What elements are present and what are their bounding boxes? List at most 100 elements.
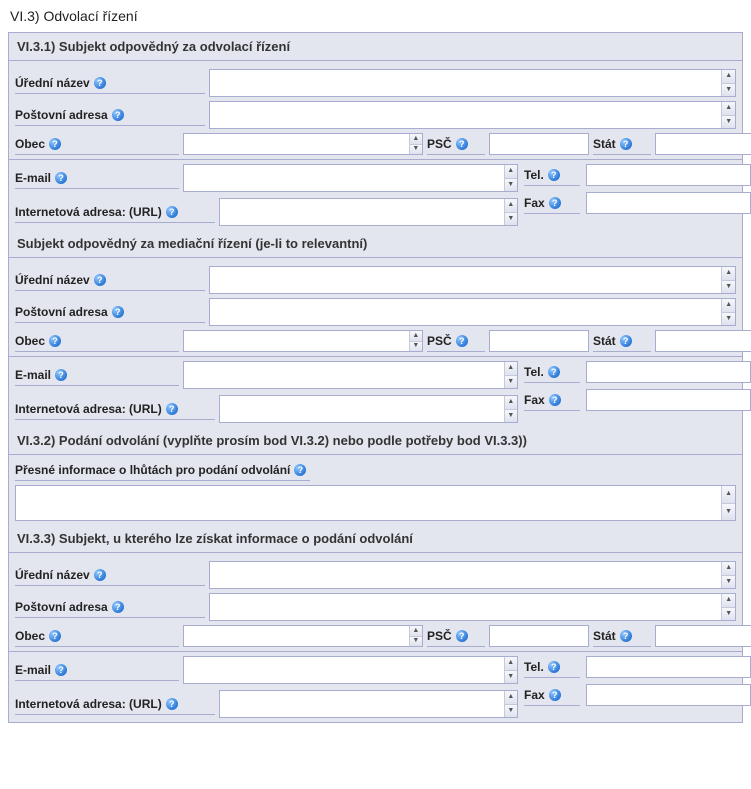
stepper-down-icon[interactable]: ▼ — [505, 179, 517, 192]
fax-input[interactable] — [586, 389, 751, 411]
state-input[interactable] — [655, 133, 751, 155]
postal-address-input[interactable]: ▲ ▼ — [209, 298, 736, 326]
label-url: Internetová adresa: (URL) — [15, 205, 162, 219]
stepper-down-icon[interactable]: ▼ — [410, 637, 422, 647]
stepper-up-icon[interactable]: ▲ — [505, 165, 517, 179]
help-icon[interactable] — [94, 569, 106, 581]
state-input[interactable] — [655, 330, 751, 352]
help-icon[interactable] — [94, 77, 106, 89]
section-vi32-header: VI.3.2) Podání odvolání (vyplňte prosím … — [9, 427, 742, 455]
stepper-down-icon[interactable]: ▼ — [410, 145, 422, 155]
help-icon[interactable] — [166, 698, 178, 710]
help-icon[interactable] — [548, 366, 560, 378]
stepper-down-icon[interactable]: ▼ — [722, 313, 735, 326]
stepper-up-icon[interactable]: ▲ — [505, 691, 517, 705]
help-icon[interactable] — [620, 630, 632, 642]
tel-input[interactable] — [586, 164, 751, 186]
help-icon[interactable] — [548, 169, 560, 181]
help-icon[interactable] — [456, 630, 468, 642]
stepper-up-icon[interactable]: ▲ — [505, 362, 517, 376]
city-input[interactable]: ▲ ▼ — [183, 625, 423, 647]
help-icon[interactable] — [166, 403, 178, 415]
state-input[interactable] — [655, 625, 751, 647]
deadline-info-input[interactable]: ▲ ▼ — [15, 485, 736, 521]
city-input[interactable]: ▲ ▼ — [183, 330, 423, 352]
help-icon[interactable] — [94, 274, 106, 286]
help-icon[interactable] — [112, 601, 124, 613]
psc-input[interactable] — [489, 330, 589, 352]
email-input[interactable]: ▲ ▼ — [183, 164, 518, 192]
help-icon[interactable] — [55, 369, 67, 381]
help-icon[interactable] — [49, 630, 61, 642]
label-url: Internetová adresa: (URL) — [15, 402, 162, 416]
stepper-down-icon[interactable]: ▼ — [505, 213, 517, 226]
psc-input[interactable] — [489, 625, 589, 647]
stepper-down-icon[interactable]: ▼ — [722, 84, 735, 97]
help-icon[interactable] — [294, 464, 306, 476]
stepper-down-icon[interactable]: ▼ — [722, 504, 735, 521]
stepper-up-icon[interactable]: ▲ — [410, 134, 422, 145]
stepper-up-icon[interactable]: ▲ — [505, 199, 517, 213]
stepper-up-icon[interactable]: ▲ — [722, 102, 735, 116]
stepper-down-icon[interactable]: ▼ — [505, 671, 517, 684]
stepper-down-icon[interactable]: ▼ — [722, 116, 735, 129]
email-input[interactable]: ▲ ▼ — [183, 656, 518, 684]
help-icon[interactable] — [620, 335, 632, 347]
label-city: Obec — [15, 629, 45, 643]
stepper-down-icon[interactable]: ▼ — [722, 608, 735, 621]
help-icon[interactable] — [49, 335, 61, 347]
stepper-up-icon[interactable]: ▲ — [722, 70, 735, 84]
help-icon[interactable] — [456, 138, 468, 150]
stepper-down-icon[interactable]: ▼ — [505, 376, 517, 389]
help-icon[interactable] — [112, 306, 124, 318]
city-input[interactable]: ▲ ▼ — [183, 133, 423, 155]
help-icon[interactable] — [456, 335, 468, 347]
tel-input[interactable] — [586, 656, 751, 678]
fax-input[interactable] — [586, 192, 751, 214]
stepper-down-icon[interactable]: ▼ — [722, 281, 735, 294]
help-icon[interactable] — [166, 206, 178, 218]
url-input[interactable]: ▲ ▼ — [219, 395, 518, 423]
help-icon[interactable] — [49, 138, 61, 150]
stepper-up-icon[interactable]: ▲ — [722, 562, 735, 576]
stepper-down-icon[interactable]: ▼ — [722, 576, 735, 589]
official-name-input[interactable]: ▲ ▼ — [209, 561, 736, 589]
stepper-up-icon[interactable]: ▲ — [722, 299, 735, 313]
stepper-up-icon[interactable]: ▲ — [722, 267, 735, 281]
stepper-up-icon[interactable]: ▲ — [722, 486, 735, 504]
postal-address-input[interactable]: ▲ ▼ — [209, 593, 736, 621]
official-name-input[interactable]: ▲ ▼ — [209, 69, 736, 97]
help-icon[interactable] — [55, 664, 67, 676]
label-city: Obec — [15, 137, 45, 151]
section-vi33-header: VI.3.3) Subjekt, u kterého lze získat in… — [9, 525, 742, 553]
help-icon[interactable] — [548, 661, 560, 673]
label-state: Stát — [593, 334, 616, 348]
official-name-input[interactable]: ▲ ▼ — [209, 266, 736, 294]
stepper-up-icon[interactable]: ▲ — [722, 594, 735, 608]
help-icon[interactable] — [620, 138, 632, 150]
tel-input[interactable] — [586, 361, 751, 383]
fax-input[interactable] — [586, 684, 751, 706]
label-tel: Tel. — [524, 168, 544, 182]
help-icon[interactable] — [549, 197, 561, 209]
help-icon[interactable] — [549, 689, 561, 701]
stepper-up-icon[interactable]: ▲ — [410, 331, 422, 342]
stepper-up-icon[interactable]: ▲ — [410, 626, 422, 637]
stepper-up-icon[interactable]: ▲ — [505, 657, 517, 671]
url-input[interactable]: ▲ ▼ — [219, 198, 518, 226]
help-icon[interactable] — [55, 172, 67, 184]
page-title: VI.3) Odvolací řízení — [8, 6, 743, 32]
stepper-down-icon[interactable]: ▼ — [410, 342, 422, 352]
postal-address-input[interactable]: ▲ ▼ — [209, 101, 736, 129]
label-postal-address: Poštovní adresa — [15, 305, 108, 319]
stepper-down-icon[interactable]: ▼ — [505, 410, 517, 423]
label-official-name: Úřední název — [15, 273, 90, 287]
email-input[interactable]: ▲ ▼ — [183, 361, 518, 389]
psc-input[interactable] — [489, 133, 589, 155]
url-input[interactable]: ▲ ▼ — [219, 690, 518, 718]
help-icon[interactable] — [112, 109, 124, 121]
label-psc: PSČ — [427, 629, 452, 643]
help-icon[interactable] — [549, 394, 561, 406]
stepper-down-icon[interactable]: ▼ — [505, 705, 517, 718]
stepper-up-icon[interactable]: ▲ — [505, 396, 517, 410]
